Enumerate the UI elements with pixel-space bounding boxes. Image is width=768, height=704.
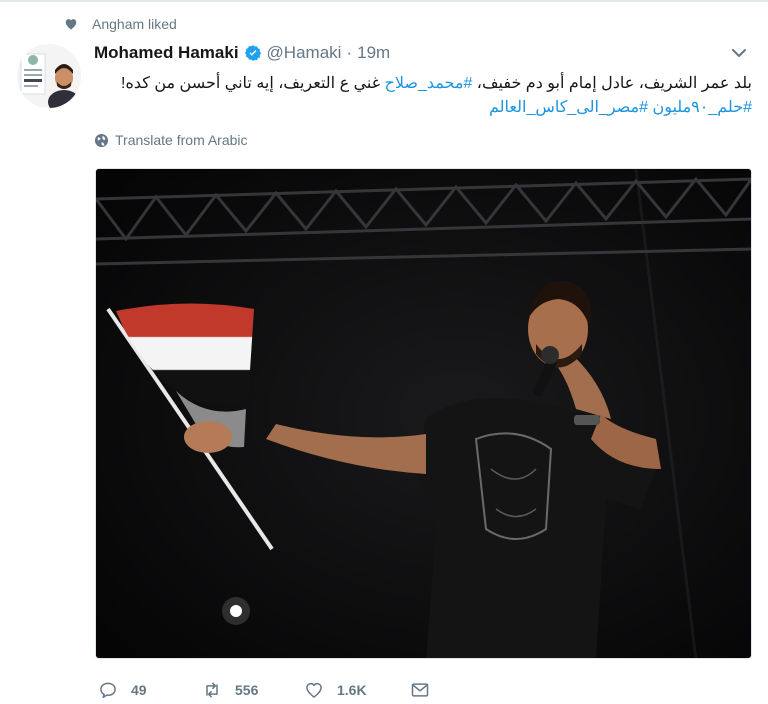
tweet-line-1: بلد عمر الشريف، عادل إمام أبو دم خفيف، #…	[102, 72, 752, 96]
tweet-photo[interactable]	[95, 168, 752, 659]
tweet-text: بلد عمر الشريف، عادل إمام أبو دم خفيف، #…	[102, 72, 752, 120]
globe-icon	[94, 133, 109, 148]
heart-icon	[64, 17, 78, 31]
like-heart-icon	[304, 680, 324, 700]
separator-dot: ·	[346, 43, 353, 62]
direct-message-button[interactable]	[410, 680, 430, 700]
verified-badge-icon	[244, 44, 262, 62]
author-handle[interactable]: @Hamaki	[267, 43, 342, 63]
tweet-actions: 49 556 1.6K	[98, 680, 698, 704]
reply-button[interactable]: 49	[98, 680, 147, 700]
tweet-text-part-1: بلد عمر الشريف، عادل إمام أبو دم خفيف،	[472, 75, 752, 92]
like-count: 1.6K	[337, 682, 367, 698]
top-divider	[0, 0, 768, 2]
tweet-text-part-2: غني ع التعريف، إيه تاني أحسن من كده!	[121, 75, 385, 92]
timestamp[interactable]: 19m	[357, 43, 390, 63]
hashtag-link[interactable]: #محمد_صلاح	[385, 75, 473, 92]
author-name[interactable]: Mohamed Hamaki	[94, 43, 239, 63]
retweet-icon	[202, 680, 222, 700]
chevron-down-icon[interactable]	[730, 44, 748, 62]
like-button[interactable]: 1.6K	[304, 680, 367, 700]
envelope-icon	[410, 680, 430, 700]
retweet-button[interactable]: 556	[202, 680, 258, 700]
tweet-header: Mohamed Hamaki @Hamaki · 19m	[94, 43, 390, 63]
social-context[interactable]: Angham liked	[64, 14, 177, 34]
reply-icon	[98, 680, 118, 700]
avatar[interactable]	[17, 44, 81, 108]
translate-label: Translate from Arabic	[115, 132, 248, 148]
translate-link[interactable]: Translate from Arabic	[94, 132, 248, 148]
context-text: Angham liked	[92, 16, 177, 32]
hashtag-line[interactable]: #حلم_٩٠مليون #مصر_الى_كاس_العالم	[102, 96, 752, 120]
retweet-count: 556	[235, 682, 259, 698]
reply-count: 49	[131, 682, 147, 698]
